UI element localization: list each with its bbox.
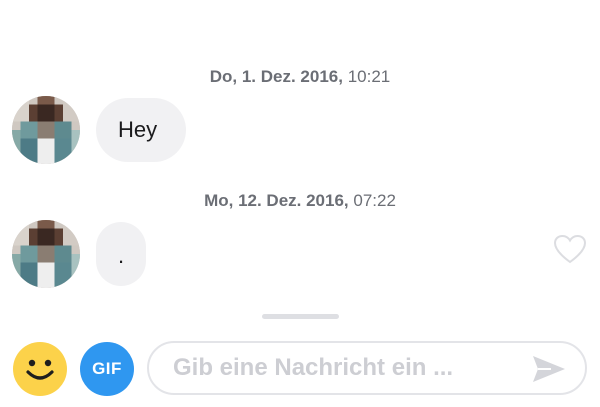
send-button[interactable] xyxy=(531,354,567,384)
paper-plane-send-icon xyxy=(533,356,565,382)
avatar[interactable] xyxy=(12,96,80,164)
timestamp-time: 10:21 xyxy=(347,67,391,86)
timestamp-time: 07:22 xyxy=(353,191,396,210)
drawer-handle[interactable] xyxy=(262,314,339,319)
message-input-container[interactable] xyxy=(147,341,587,395)
avatar[interactable] xyxy=(12,220,80,288)
message-timestamp: Do, 1. Dez. 2016, 10:21 xyxy=(209,67,391,86)
smiley-face-icon xyxy=(13,342,67,396)
gif-button[interactable]: GIF xyxy=(80,342,134,396)
chat-screen: Do, 1. Dez. 2016, 10:21 Hey Mo, 12. Dez.… xyxy=(0,0,600,407)
message-bubble[interactable]: . xyxy=(96,222,146,286)
message-input[interactable] xyxy=(173,343,513,393)
heart-outline-icon[interactable] xyxy=(553,234,587,264)
timestamp-date: Mo, 12. Dez. 2016 xyxy=(204,191,344,210)
emoji-button[interactable] xyxy=(12,341,68,397)
timestamp-date: Do, 1. Dez. 2016 xyxy=(209,67,339,86)
message-timestamp: Mo, 12. Dez. 2016, 07:22 xyxy=(204,191,396,210)
message-bubble[interactable]: Hey xyxy=(96,98,186,162)
